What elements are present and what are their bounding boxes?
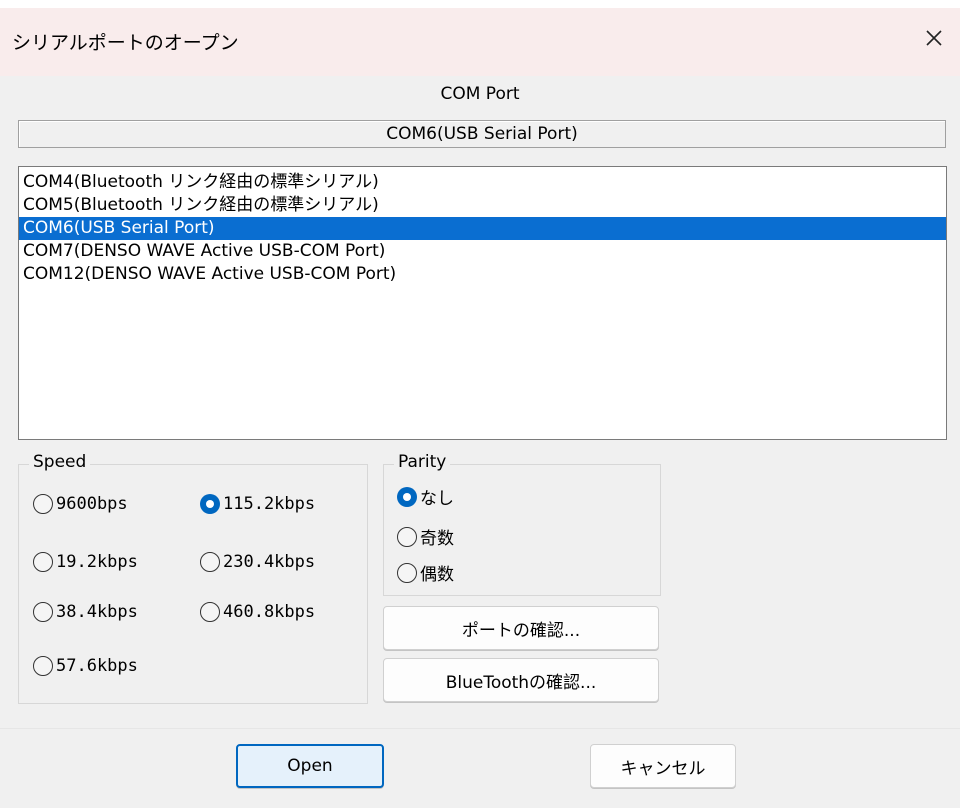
radio-checked-icon [397, 486, 417, 507]
radio-icon [397, 562, 417, 583]
parity-radio-even[interactable]: 偶数 [397, 560, 454, 585]
speed-radio-19200[interactable]: 19.2kbps [33, 552, 138, 572]
radio-icon [397, 526, 417, 547]
speed-radio-57600[interactable]: 57.6kbps [33, 656, 138, 676]
radio-label: 115.2kbps [223, 494, 316, 514]
parity-radio-odd[interactable]: 奇数 [397, 524, 454, 549]
port-list-item[interactable]: COM7(DENSO WAVE Active USB-COM Port) [19, 240, 946, 263]
radio-label: 19.2kbps [56, 552, 138, 572]
port-list-item[interactable]: COM12(DENSO WAVE Active USB-COM Port) [19, 263, 946, 286]
radio-checked-icon [200, 494, 220, 514]
parity-legend: Parity [394, 452, 451, 472]
port-list[interactable]: COM4(Bluetooth リンク経由の標準シリアル) COM5(Blueto… [18, 166, 947, 440]
close-icon[interactable] [920, 24, 948, 52]
radio-label: 460.8kbps [223, 602, 316, 622]
open-button[interactable]: Open [236, 744, 384, 788]
radio-icon [200, 552, 220, 572]
radio-label: 偶数 [420, 565, 454, 585]
radio-label: 38.4kbps [56, 602, 138, 622]
radio-icon [33, 552, 53, 572]
radio-label: 奇数 [420, 529, 454, 549]
radio-label: 230.4kbps [223, 552, 316, 572]
speed-radio-38400[interactable]: 38.4kbps [33, 602, 138, 622]
speed-radio-9600[interactable]: 9600bps [33, 494, 128, 514]
dialog-body: COM Port COM6(USB Serial Port) COM4(Blue… [0, 76, 960, 808]
check-port-button[interactable]: ポートの確認... [383, 606, 659, 650]
speed-radio-460800[interactable]: 460.8kbps [200, 602, 315, 622]
title-bar: シリアルポートのオープン [0, 8, 960, 76]
selected-port-display: COM6(USB Serial Port) [18, 120, 946, 148]
cancel-button[interactable]: キャンセル [590, 744, 736, 788]
speed-radio-230400[interactable]: 230.4kbps [200, 552, 315, 572]
speed-legend: Speed [29, 452, 91, 472]
com-port-label: COM Port [440, 84, 520, 104]
radio-label: なし [420, 489, 454, 509]
radio-icon [33, 602, 53, 622]
footer-divider [0, 728, 960, 729]
speed-radio-115200[interactable]: 115.2kbps [200, 494, 315, 514]
port-list-item-selected[interactable]: COM6(USB Serial Port) [19, 217, 946, 240]
radio-icon [33, 656, 53, 676]
port-list-item[interactable]: COM5(Bluetooth リンク経由の標準シリアル) [19, 194, 946, 217]
radio-label: 57.6kbps [56, 656, 138, 676]
radio-icon [33, 494, 53, 514]
window-title: シリアルポートのオープン [12, 32, 239, 54]
port-list-item[interactable]: COM4(Bluetooth リンク経由の標準シリアル) [19, 171, 946, 194]
parity-radio-none[interactable]: なし [397, 484, 454, 509]
radio-icon [200, 602, 220, 622]
radio-label: 9600bps [56, 494, 128, 514]
check-bluetooth-button[interactable]: BlueToothの確認... [383, 658, 659, 702]
